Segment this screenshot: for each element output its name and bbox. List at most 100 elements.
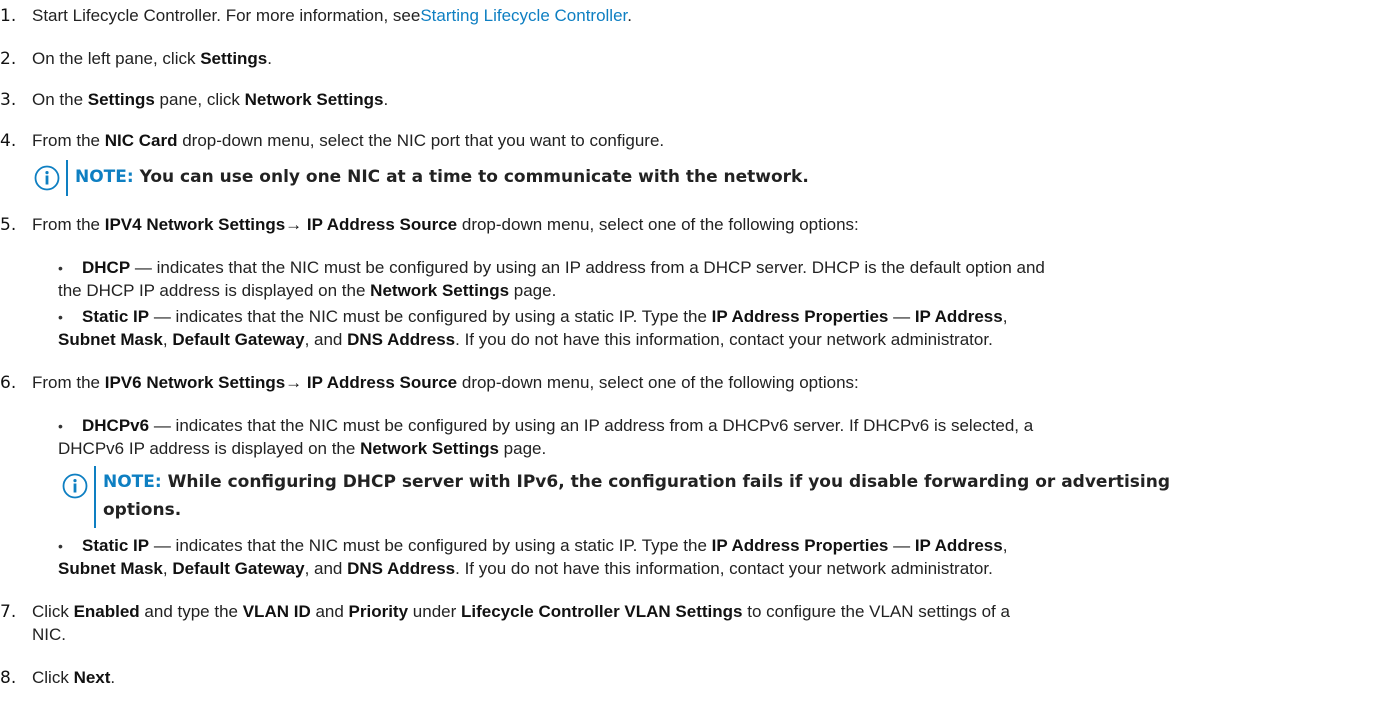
note-label: NOTE:: [75, 167, 134, 187]
option-text: DHCP — indicates that the NIC must be co…: [82, 257, 1045, 279]
step-number: 2.: [0, 49, 17, 69]
bullet: •: [58, 538, 63, 554]
option-name: DHCPv6: [82, 416, 150, 435]
step-text: From the IPV4 Network Settings→ IP Addre…: [32, 214, 859, 236]
option-desc: . If you do not have this information, c…: [455, 330, 993, 349]
step-text: On the left pane, click Settings.: [32, 48, 272, 70]
step-text-part: From the: [32, 373, 105, 392]
step-text-part: .: [383, 90, 389, 109]
option-name: Static IP: [82, 307, 150, 326]
step-text-part: drop-down menu, select one of the follow…: [457, 373, 859, 392]
ui-term: VLAN ID: [242, 602, 311, 621]
ui-term: IP Address Properties: [711, 536, 889, 555]
step-text: Click Enabled and type the VLAN ID and P…: [32, 601, 1010, 623]
step-number: 7.: [0, 602, 17, 622]
ui-term: IPV4 Network Settings→ IP Address Source: [104, 215, 458, 234]
note-body: options.: [103, 500, 182, 520]
bullet: •: [58, 309, 63, 325]
option-desc: — indicates that the NIC must be configu…: [149, 536, 712, 555]
option-desc: . If you do not have this information, c…: [455, 559, 993, 578]
note-divider: [66, 160, 68, 196]
step-text-part: From the: [32, 131, 105, 150]
step-text-part: .: [627, 6, 632, 25]
ui-term: Enabled: [73, 602, 140, 621]
option-desc: , and: [304, 330, 348, 349]
option-text: Subnet Mask, Default Gateway, and DNS Ad…: [58, 558, 993, 580]
ui-term: Default Gateway: [172, 559, 305, 578]
ui-term: DNS Address: [347, 559, 456, 578]
step-text: NIC.: [32, 625, 66, 644]
step-text-part: pane, click: [154, 90, 245, 109]
ui-term: Settings: [200, 49, 268, 68]
step-text-part: drop-down menu, select the NIC port that…: [177, 131, 665, 150]
ui-term: NIC Card: [104, 131, 178, 150]
step-number: 1.: [0, 6, 17, 26]
option-text: DHCPv6 IP address is displayed on the Ne…: [58, 438, 546, 460]
step-number: 4.: [0, 131, 17, 151]
ui-term: IP Address Properties: [711, 307, 889, 326]
option-desc: the DHCP IP address is displayed on the: [58, 281, 371, 300]
ui-term: DNS Address: [347, 330, 456, 349]
step-text-part: under: [408, 602, 461, 621]
ui-term: IPV6 Network Settings→ IP Address Source: [104, 373, 458, 392]
ui-term: Network Settings: [244, 90, 384, 109]
note-body: While configuring DHCP server with IPv6,…: [161, 472, 1171, 492]
note-body: You can use only one NIC at a time to co…: [133, 167, 809, 187]
option-desc: — indicates that the NIC must be configu…: [130, 258, 1045, 277]
option-desc: —: [888, 307, 915, 326]
option-desc: ,: [1002, 536, 1008, 555]
info-icon: [62, 473, 88, 499]
ui-term: Network Settings: [370, 281, 510, 300]
option-text: the DHCP IP address is displayed on the …: [58, 280, 556, 302]
option-desc: —: [888, 536, 915, 555]
option-name: DHCP: [82, 258, 131, 277]
bullet: •: [58, 260, 63, 276]
step-number: 6.: [0, 373, 17, 393]
step-text: On the Settings pane, click Network Sett…: [32, 89, 388, 111]
option-desc: page.: [498, 439, 547, 458]
option-desc: DHCPv6 IP address is displayed on the: [58, 439, 361, 458]
note-divider: [94, 466, 96, 528]
info-icon: [34, 165, 60, 191]
ui-term: Subnet Mask: [58, 559, 163, 578]
step-number: 3.: [0, 90, 17, 110]
ui-term: Subnet Mask: [58, 330, 163, 349]
step-text-part: On the left pane, click: [32, 49, 201, 68]
step-text-part: From the: [32, 215, 105, 234]
ui-term: IP Address: [914, 536, 1003, 555]
ui-term: Next: [73, 668, 111, 687]
ui-term: Network Settings: [360, 439, 499, 458]
step-text: From the NIC Card drop-down menu, select…: [32, 130, 664, 152]
starting-lifecycle-controller-link[interactable]: Starting Lifecycle Controller: [420, 6, 627, 25]
option-text: Static IP — indicates that the NIC must …: [82, 535, 1007, 557]
option-desc: — indicates that the NIC must be configu…: [149, 416, 1034, 435]
option-text: Subnet Mask, Default Gateway, and DNS Ad…: [58, 329, 993, 351]
bullet: •: [58, 418, 63, 434]
ui-term: Default Gateway: [172, 330, 305, 349]
note-text-line2: options.: [103, 496, 181, 524]
step-number: 5.: [0, 215, 17, 235]
option-desc: ,: [162, 559, 173, 578]
ui-term: IP Address: [914, 307, 1003, 326]
step-text: From the IPV6 Network Settings→ IP Addre…: [32, 372, 859, 394]
step-text-part: Click: [32, 602, 74, 621]
option-desc: — indicates that the NIC must be configu…: [149, 307, 712, 326]
option-text: Static IP — indicates that the NIC must …: [82, 306, 1007, 328]
ui-term: Priority: [348, 602, 409, 621]
option-desc: page.: [509, 281, 557, 300]
option-desc: ,: [162, 330, 173, 349]
option-name: Static IP: [82, 536, 150, 555]
step-number: 8.: [0, 668, 17, 688]
note-text: NOTE: While configuring DHCP server with…: [103, 468, 1170, 496]
ui-term: Lifecycle Controller VLAN Settings: [461, 602, 743, 621]
step-text-part: .: [267, 49, 272, 68]
option-desc: ,: [1002, 307, 1008, 326]
option-text: DHCPv6 — indicates that the NIC must be …: [82, 415, 1033, 437]
note-text: NOTE: You can use only one NIC at a time…: [75, 163, 809, 191]
ui-term: Settings: [87, 90, 155, 109]
step-text-part: On the: [32, 90, 88, 109]
option-desc: , and: [304, 559, 348, 578]
step-text: Start Lifecycle Controller. For more inf…: [32, 5, 632, 27]
step-text-part: .: [110, 668, 116, 687]
step-text-part: and type the: [139, 602, 243, 621]
